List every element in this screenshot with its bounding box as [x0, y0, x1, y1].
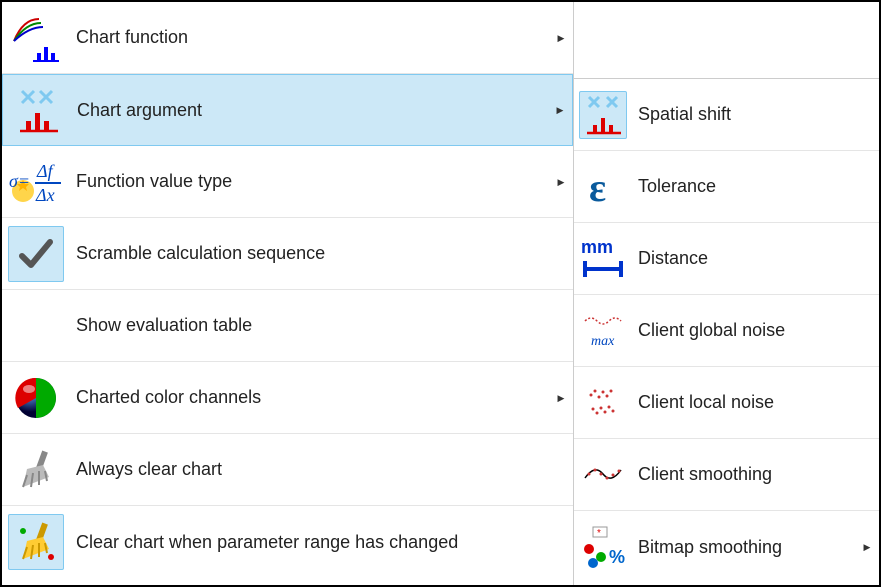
submenu-item-bitmap-smoothing[interactable]: * % Bitmap smoothing: [574, 511, 879, 583]
menu-item-label: Chart function: [70, 27, 549, 48]
submenu-item-local-noise[interactable]: Client local noise: [574, 367, 879, 439]
local-noise-icon: [574, 369, 632, 437]
svg-text:Δf: Δf: [36, 161, 56, 181]
menu-item-label: Spatial shift: [632, 104, 879, 125]
color-broom-icon: [2, 508, 70, 576]
menu-item-label: Client local noise: [632, 392, 879, 413]
main-context-menu: Chart function Chart argument: [2, 2, 574, 585]
menu-item-label: Tolerance: [632, 176, 879, 197]
submenu-arrow-icon: [855, 541, 879, 553]
menu-item-label: Scramble calculation sequence: [70, 243, 573, 264]
svg-text:max: max: [591, 334, 615, 349]
submenu-arrow-icon: [549, 392, 573, 404]
menu-item-scramble-calc[interactable]: Scramble calculation sequence: [2, 218, 573, 290]
menu-item-chart-function[interactable]: Chart function: [2, 2, 573, 74]
bitmap-smoothing-icon: * %: [574, 513, 632, 581]
menu-item-show-eval-table[interactable]: Show evaluation table: [2, 290, 573, 362]
submenu-arrow-icon: [549, 32, 573, 44]
client-smoothing-icon: [574, 441, 632, 509]
svg-text:ε: ε: [589, 167, 606, 207]
chart-function-icon: [2, 4, 70, 72]
blank-icon: [2, 292, 70, 360]
submenu-arrow-icon: [549, 176, 573, 188]
epsilon-icon: ε: [574, 153, 632, 221]
submenu-item-distance[interactable]: mm Distance: [574, 223, 879, 295]
menu-item-label: Function value type: [70, 171, 549, 192]
broom-icon: [2, 436, 70, 504]
menu-item-clear-on-change[interactable]: Clear chart when parameter range has cha…: [2, 506, 573, 578]
menu-item-label: Distance: [632, 248, 879, 269]
svg-text:mm: mm: [581, 237, 613, 257]
menu-item-label: Chart argument: [71, 100, 548, 121]
menu-item-function-value-type[interactable]: σ= Δf Δx Function value type: [2, 146, 573, 218]
menu-item-label: Charted color channels: [70, 387, 549, 408]
menu-item-label: Client smoothing: [632, 464, 879, 485]
svg-text:σ=: σ=: [9, 171, 30, 191]
menu-item-label: Client global noise: [632, 320, 879, 341]
spatial-shift-icon: [574, 81, 632, 149]
chart-argument-icon: [3, 76, 71, 144]
submenu-item-tolerance[interactable]: ε Tolerance: [574, 151, 879, 223]
checkmark-icon: [2, 220, 70, 288]
svg-text:%: %: [609, 547, 625, 567]
distance-icon: mm: [574, 225, 632, 293]
submenu-arrow-icon: [548, 104, 572, 116]
rgb-sphere-icon: [2, 364, 70, 432]
function-value-type-icon: σ= Δf Δx: [2, 148, 70, 216]
submenu-item-client-smoothing[interactable]: Client smoothing: [574, 439, 879, 511]
menu-item-always-clear[interactable]: Always clear chart: [2, 434, 573, 506]
menu-item-label: Always clear chart: [70, 459, 573, 480]
submenu-chart-argument: Spatial shift ε Tolerance mm Distance: [574, 78, 879, 583]
menu-item-chart-argument[interactable]: Chart argument: [2, 74, 573, 146]
submenu-item-spatial-shift[interactable]: Spatial shift: [574, 79, 879, 151]
menu-item-label: Bitmap smoothing: [632, 537, 855, 558]
svg-text:*: *: [597, 528, 601, 539]
menu-item-color-channels[interactable]: Charted color channels: [2, 362, 573, 434]
menu-item-label: Show evaluation table: [70, 315, 573, 336]
submenu-item-global-noise[interactable]: max Client global noise: [574, 295, 879, 367]
global-noise-icon: max: [574, 297, 632, 365]
menu-item-label: Clear chart when parameter range has cha…: [70, 532, 573, 553]
svg-text:Δx: Δx: [35, 185, 55, 205]
